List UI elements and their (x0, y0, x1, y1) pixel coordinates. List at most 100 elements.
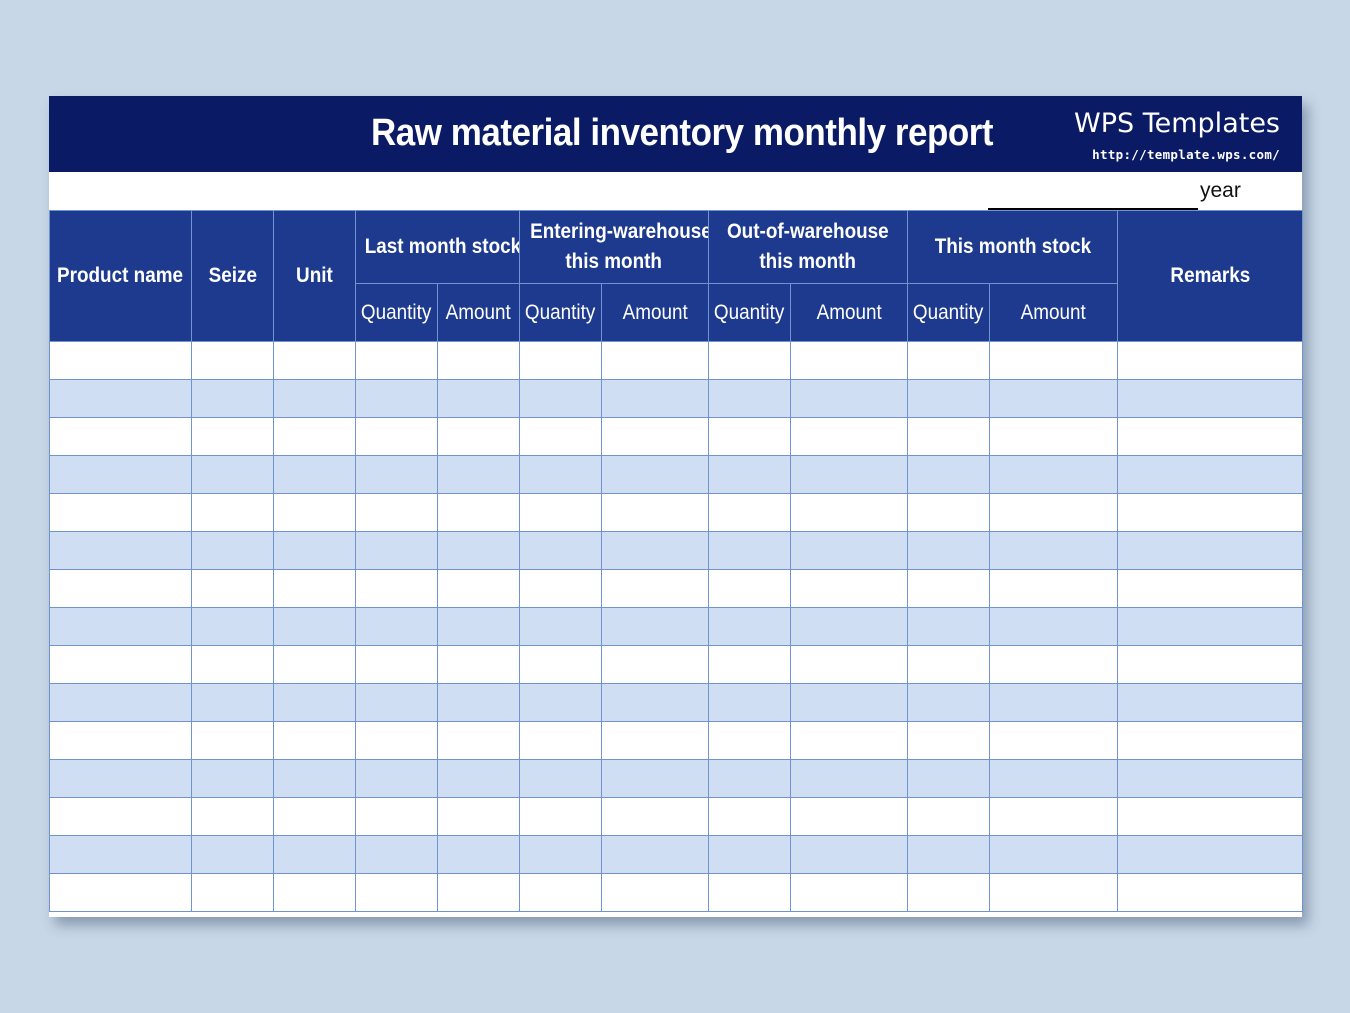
table-cell[interactable] (355, 835, 438, 874)
table-cell[interactable] (191, 721, 274, 760)
table-cell[interactable] (355, 759, 438, 798)
table-cell[interactable] (355, 797, 438, 836)
table-cell[interactable] (907, 493, 991, 532)
table-cell[interactable] (601, 455, 710, 494)
table-cell[interactable] (191, 607, 274, 646)
table-cell[interactable] (1117, 607, 1304, 646)
table-cell[interactable] (1117, 569, 1304, 608)
table-cell[interactable] (273, 569, 356, 608)
table-cell[interactable] (49, 835, 192, 874)
table-cell[interactable] (1117, 341, 1304, 380)
table-cell[interactable] (191, 797, 274, 836)
table-cell[interactable] (191, 835, 274, 874)
table-cell[interactable] (708, 569, 792, 608)
table-cell[interactable] (601, 493, 710, 532)
table-cell[interactable] (273, 759, 356, 798)
table-cell[interactable] (49, 569, 192, 608)
table-cell[interactable] (601, 569, 710, 608)
table-cell[interactable] (519, 341, 603, 380)
table-cell[interactable] (907, 607, 991, 646)
table-cell[interactable] (790, 721, 909, 760)
table-cell[interactable] (273, 721, 356, 760)
table-cell[interactable] (273, 379, 356, 418)
table-cell[interactable] (989, 417, 1119, 456)
table-cell[interactable] (273, 455, 356, 494)
table-cell[interactable] (989, 341, 1119, 380)
table-cell[interactable] (708, 531, 792, 570)
table-cell[interactable] (436, 607, 521, 646)
table-cell[interactable] (273, 797, 356, 836)
table-cell[interactable] (355, 417, 438, 456)
table-cell[interactable] (1117, 531, 1304, 570)
table-cell[interactable] (1117, 645, 1304, 684)
table-cell[interactable] (49, 797, 192, 836)
table-cell[interactable] (790, 607, 909, 646)
table-cell[interactable] (907, 835, 991, 874)
table-cell[interactable] (907, 873, 991, 912)
table-cell[interactable] (601, 607, 710, 646)
table-cell[interactable] (436, 341, 521, 380)
table-cell[interactable] (907, 721, 991, 760)
table-cell[interactable] (355, 683, 438, 722)
table-cell[interactable] (519, 721, 603, 760)
table-cell[interactable] (601, 683, 710, 722)
table-cell[interactable] (907, 531, 991, 570)
table-cell[interactable] (49, 379, 192, 418)
table-cell[interactable] (191, 683, 274, 722)
table-cell[interactable] (989, 835, 1119, 874)
table-cell[interactable] (49, 721, 192, 760)
table-cell[interactable] (355, 721, 438, 760)
table-cell[interactable] (49, 493, 192, 532)
table-cell[interactable] (273, 835, 356, 874)
table-cell[interactable] (191, 417, 274, 456)
table-cell[interactable] (989, 645, 1119, 684)
table-cell[interactable] (708, 683, 792, 722)
table-cell[interactable] (519, 531, 603, 570)
table-cell[interactable] (355, 531, 438, 570)
table-cell[interactable] (708, 873, 792, 912)
table-cell[interactable] (907, 455, 991, 494)
table-cell[interactable] (1117, 493, 1304, 532)
table-cell[interactable] (708, 645, 792, 684)
table-cell[interactable] (519, 873, 603, 912)
table-cell[interactable] (273, 873, 356, 912)
table-cell[interactable] (790, 873, 909, 912)
table-cell[interactable] (790, 797, 909, 836)
table-cell[interactable] (436, 455, 521, 494)
table-cell[interactable] (907, 683, 991, 722)
table-cell[interactable] (989, 721, 1119, 760)
table-cell[interactable] (790, 569, 909, 608)
table-cell[interactable] (989, 379, 1119, 418)
table-cell[interactable] (1117, 759, 1304, 798)
table-cell[interactable] (989, 683, 1119, 722)
table-cell[interactable] (436, 683, 521, 722)
table-cell[interactable] (1117, 873, 1304, 912)
table-cell[interactable] (989, 493, 1119, 532)
table-cell[interactable] (601, 873, 710, 912)
brand-url[interactable]: http://template.wps.com/ (1092, 147, 1280, 162)
table-cell[interactable] (708, 721, 792, 760)
table-cell[interactable] (519, 607, 603, 646)
table-cell[interactable] (355, 455, 438, 494)
table-cell[interactable] (790, 683, 909, 722)
table-cell[interactable] (989, 797, 1119, 836)
table-cell[interactable] (907, 797, 991, 836)
table-cell[interactable] (1117, 835, 1304, 874)
table-cell[interactable] (273, 341, 356, 380)
table-cell[interactable] (519, 455, 603, 494)
table-cell[interactable] (273, 417, 356, 456)
table-cell[interactable] (273, 531, 356, 570)
table-cell[interactable] (708, 379, 792, 418)
table-cell[interactable] (790, 645, 909, 684)
table-cell[interactable] (790, 417, 909, 456)
table-cell[interactable] (907, 569, 991, 608)
table-cell[interactable] (49, 417, 192, 456)
table-cell[interactable] (601, 417, 710, 456)
table-cell[interactable] (790, 759, 909, 798)
table-cell[interactable] (601, 341, 710, 380)
table-cell[interactable] (191, 341, 274, 380)
table-cell[interactable] (273, 645, 356, 684)
table-cell[interactable] (49, 607, 192, 646)
table-cell[interactable] (49, 683, 192, 722)
table-cell[interactable] (49, 341, 192, 380)
